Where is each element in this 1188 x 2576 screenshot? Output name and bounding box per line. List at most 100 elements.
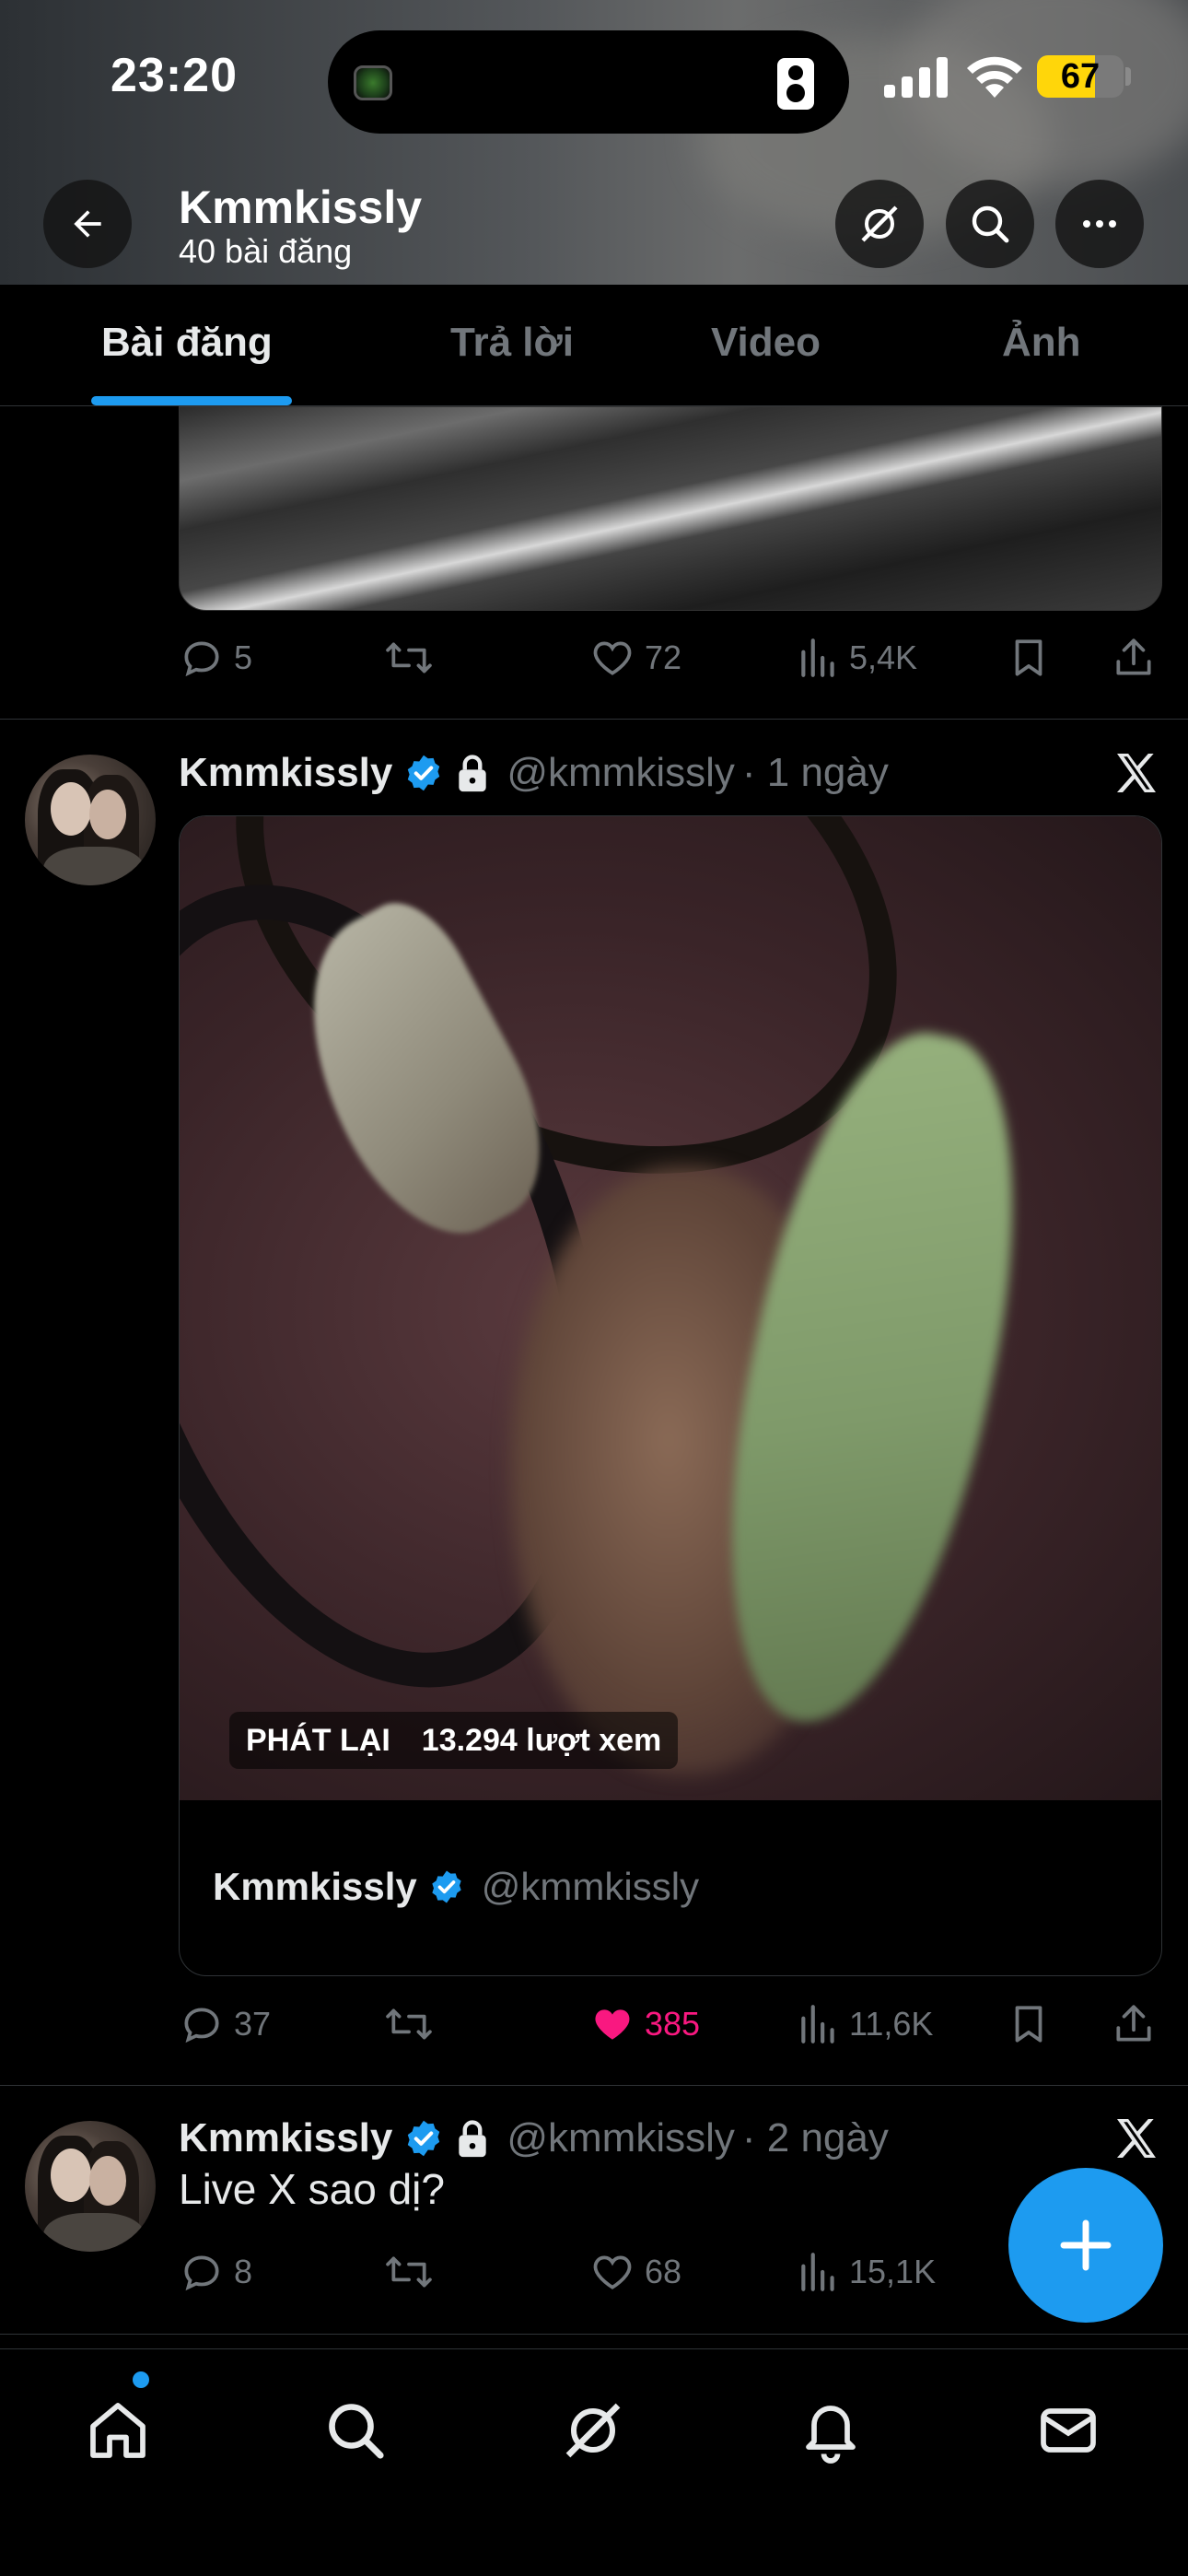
replay-label[interactable]: PHÁT LẠI: [246, 1723, 390, 1759]
share-button[interactable]: [1111, 1996, 1166, 2052]
verified-badge-icon: [403, 753, 444, 793]
grok-icon: [861, 205, 898, 242]
x-logo-icon[interactable]: [1111, 2113, 1162, 2164]
video-views: 13.294 lượt xem: [421, 1722, 662, 1758]
repost-icon: [386, 2256, 432, 2288]
tab-posts[interactable]: Bài đăng: [101, 320, 273, 366]
view-count: 5,4K: [849, 638, 918, 676]
tab-photos[interactable]: Ảnh: [1002, 320, 1081, 366]
heart-filled-icon: [595, 2009, 630, 2040]
grok-icon: [565, 2403, 621, 2458]
like-button[interactable]: 68: [589, 2244, 681, 2300]
home-notification-dot: [133, 2371, 149, 2388]
nav-search[interactable]: [309, 2384, 402, 2476]
author-name[interactable]: Kmmkissly: [179, 750, 392, 796]
grok-button[interactable]: [835, 180, 924, 268]
repost-icon: [386, 642, 432, 673]
video-card-author[interactable]: Kmmkissly @kmmkissly: [213, 1859, 699, 1914]
post-author-line: Kmmkissly @kmmkissly · 2 ngày: [179, 2111, 889, 2166]
author-name[interactable]: Kmmkissly: [179, 2115, 392, 2161]
reply-count: 37: [234, 2005, 272, 2043]
post-author-line: Kmmkissly @kmmkissly · 1 ngày: [179, 745, 889, 801]
like-button[interactable]: 72: [589, 630, 681, 685]
profile-tabs: Bài đăng Trả lời Video Ảnh: [0, 285, 1188, 406]
bookmark-button[interactable]: [1006, 1996, 1061, 2052]
more-button[interactable]: [1055, 180, 1144, 268]
tab-replies[interactable]: Trả lời: [450, 320, 574, 366]
reply-count: 5: [234, 638, 253, 676]
reply-button[interactable]: 5: [179, 630, 252, 685]
avatar[interactable]: [25, 755, 156, 885]
messages-icon: [1041, 2408, 1096, 2453]
profile-header: 23:20 67 Kmmkissly 40 bài đăng: [0, 0, 1188, 285]
nav-notifications[interactable]: [785, 2384, 877, 2476]
nav-messages[interactable]: [1022, 2384, 1114, 2476]
back-button[interactable]: [43, 180, 132, 268]
view-count: 11,6K: [849, 2005, 934, 2043]
reply-icon: [184, 2255, 219, 2291]
avatar-face: [51, 2149, 91, 2202]
views-chart-icon: [801, 2005, 834, 2043]
avatar-face: [89, 2156, 126, 2206]
heart-icon: [593, 641, 632, 675]
like-count: 68: [645, 2253, 682, 2290]
post-media[interactable]: [179, 406, 1162, 611]
bookmark-icon: [1015, 2006, 1042, 2043]
post-time: · 2 ngày: [741, 2115, 889, 2160]
cellular-signal-icon: [884, 57, 948, 98]
reply-icon: [184, 2008, 219, 2043]
tab-videos[interactable]: Video: [711, 320, 821, 366]
compose-button[interactable]: [1008, 2168, 1163, 2323]
view-count: 15,1K: [849, 2253, 937, 2290]
plus-icon: [1060, 2219, 1112, 2271]
avatar-face: [51, 782, 91, 836]
author-handle[interactable]: @kmmkissly: [507, 750, 735, 796]
search-icon: [972, 205, 1009, 243]
video-card[interactable]: PHÁT LẠI 13.294 lượt xem Kmmkissly @kmmk…: [179, 815, 1162, 1976]
repost-button[interactable]: [383, 1996, 444, 2052]
avatar[interactable]: [25, 2121, 156, 2252]
views-button[interactable]: 11,6K: [798, 1996, 933, 2052]
post-time: · 1 ngày: [741, 750, 889, 795]
avatar-body: [43, 2213, 145, 2252]
reply-button[interactable]: 8: [179, 2244, 252, 2300]
wifi-icon: [967, 56, 1022, 98]
battery-tip: [1125, 67, 1131, 86]
repost-button[interactable]: [383, 2244, 444, 2300]
card-author-handle: @kmmkissly: [481, 1865, 700, 1908]
status-time: 23:20: [111, 49, 238, 102]
heart-icon: [593, 2255, 632, 2289]
more-icon: [1083, 220, 1116, 228]
author-handle[interactable]: @kmmkissly: [507, 2115, 735, 2161]
lock-icon: [455, 753, 490, 793]
like-button[interactable]: 385: [589, 1996, 700, 2052]
post-count: 40 bài đăng: [179, 232, 353, 270]
post-actions: 37 385 11,6K: [179, 1996, 1162, 2052]
bookmark-button[interactable]: [1006, 630, 1061, 685]
profile-name: Kmmkissly: [179, 181, 423, 233]
reply-button[interactable]: 37: [179, 1996, 271, 2052]
share-button[interactable]: [1111, 630, 1166, 685]
reply-count: 8: [234, 2253, 253, 2290]
battery-icon: 67: [1037, 55, 1124, 98]
post-feed: 5 72 5,4K Kmmkissly @kmmkissly · 1 ngày …: [0, 406, 1188, 2348]
views-chart-icon: [801, 2253, 834, 2291]
share-icon: [1116, 2005, 1151, 2042]
avatar-face: [89, 790, 126, 839]
video-player[interactable]: PHÁT LẠI 13.294 lượt xem: [180, 816, 1161, 1800]
nav-grok[interactable]: [547, 2384, 639, 2476]
bottom-navigation: [0, 2348, 1188, 2576]
verified-badge-icon: [403, 2118, 444, 2159]
notifications-icon: [806, 2406, 856, 2464]
repost-button[interactable]: [383, 630, 444, 685]
nav-home[interactable]: [72, 2384, 164, 2476]
search-button[interactable]: [946, 180, 1034, 268]
post-actions: 5 72 5,4K: [179, 630, 1162, 685]
dynamic-island[interactable]: [328, 30, 849, 134]
views-button[interactable]: 15,1K: [798, 2244, 936, 2300]
video-overlay-label[interactable]: PHÁT LẠI 13.294 lượt xem: [229, 1712, 679, 1769]
x-logo-icon[interactable]: [1111, 747, 1162, 799]
post-divider: [0, 2334, 1188, 2335]
views-button[interactable]: 5,4K: [798, 630, 917, 685]
card-author-name: Kmmkissly: [213, 1865, 417, 1908]
